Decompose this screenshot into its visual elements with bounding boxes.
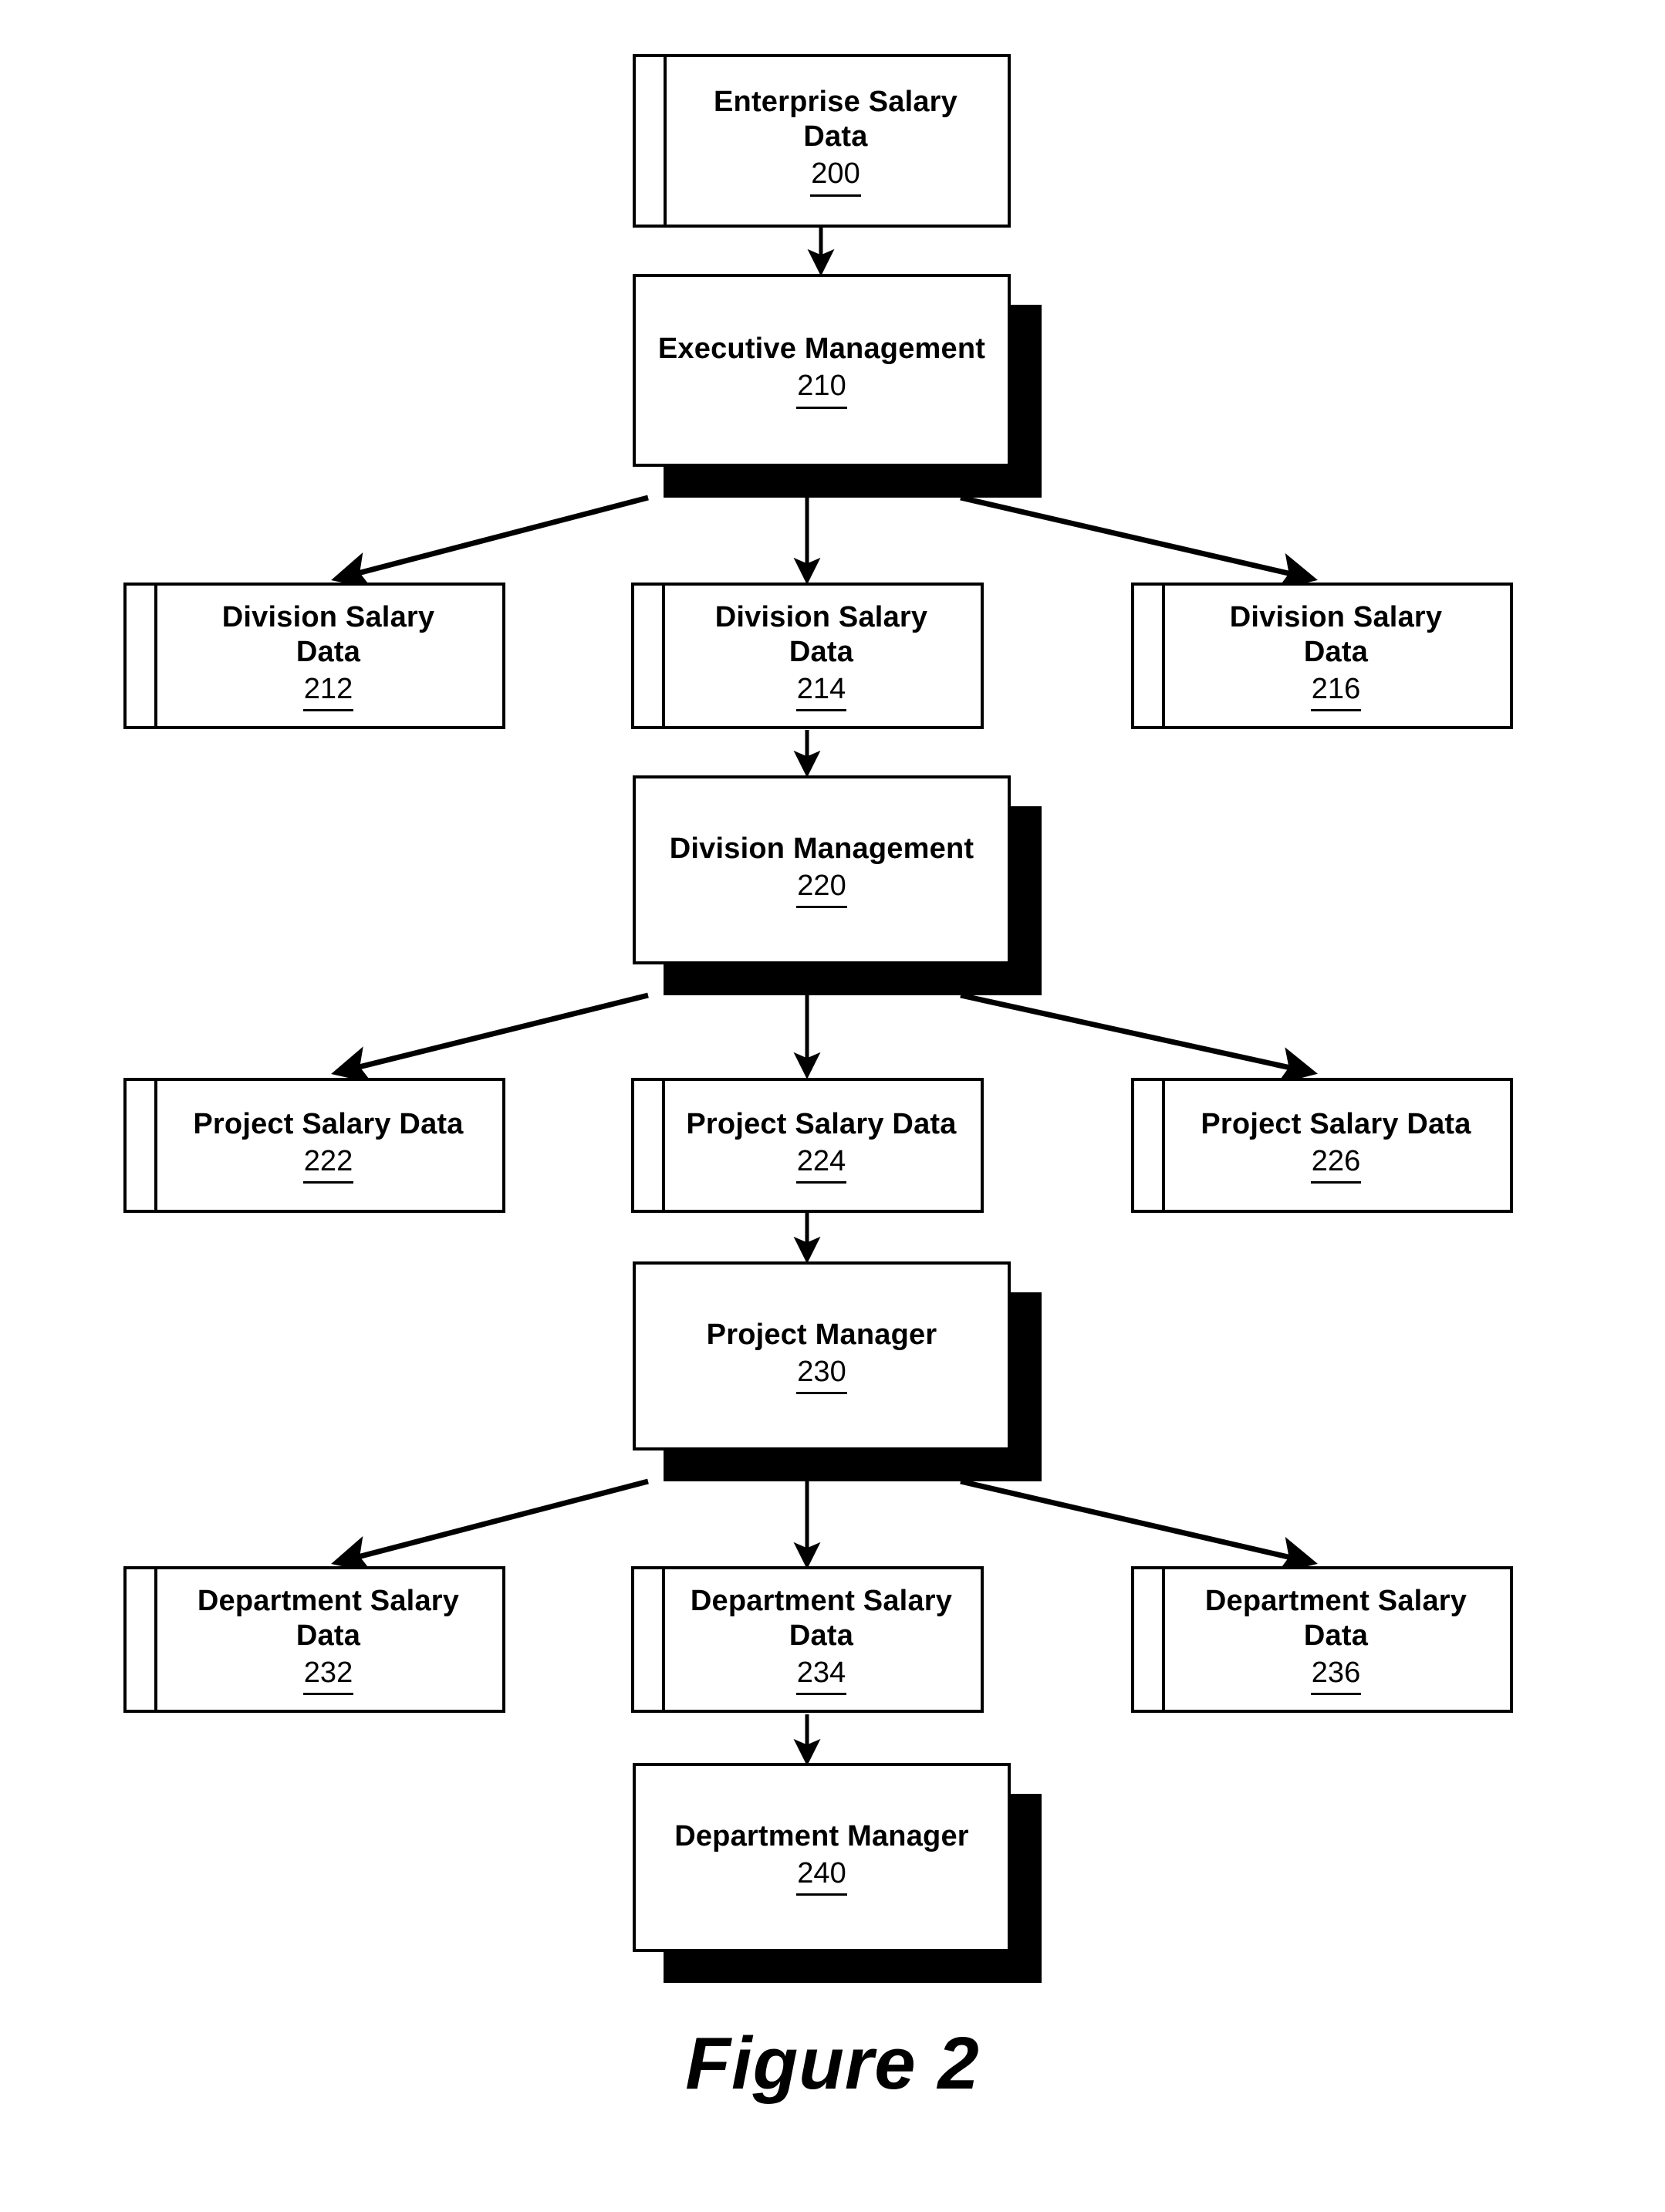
node-label: Project Manager	[706, 1318, 937, 1351]
node-division-management[interactable]: Division Management 220	[633, 775, 1011, 964]
node-reference-numeral: 220	[796, 868, 847, 909]
node-label: Department Salary Data	[690, 1584, 953, 1652]
node-label: Division Salary Data	[714, 600, 928, 668]
node-project-salary-data-226[interactable]: Project Salary Data 226	[1131, 1078, 1513, 1213]
edge-210-to-212	[331, 495, 649, 589]
edge-210-to-216	[960, 495, 1318, 590]
edge-220-to-226	[960, 992, 1318, 1085]
node-reference-numeral: 212	[302, 671, 354, 712]
figure-page: Enterprise Salary Data 200 Executive Man…	[0, 0, 1665, 2212]
edge-220-to-222	[331, 992, 649, 1083]
node-department-manager[interactable]: Department Manager 240	[633, 1763, 1011, 1952]
node-division-salary-data-216[interactable]: Division Salary Data 216	[1131, 583, 1513, 729]
figure-caption: Figure 2	[685, 2022, 980, 2105]
node-label: Division Management	[669, 832, 974, 865]
node-department-salary-data-234[interactable]: Department Salary Data 234	[631, 1566, 984, 1713]
node-label: Division Salary Data	[221, 600, 435, 668]
edge-230-to-232	[331, 1478, 649, 1573]
node-executive-management[interactable]: Executive Management 210	[633, 274, 1011, 467]
node-label: Department Manager	[674, 1819, 969, 1852]
node-enterprise-salary-data[interactable]: Enterprise Salary Data 200	[633, 54, 1011, 228]
node-reference-numeral: 214	[795, 671, 847, 712]
node-division-salary-data-214[interactable]: Division Salary Data 214	[631, 583, 984, 729]
node-label: Enterprise Salary Data	[713, 86, 957, 154]
node-reference-numeral: 226	[1310, 1143, 1362, 1184]
node-reference-numeral: 234	[795, 1655, 847, 1696]
node-department-salary-data-236[interactable]: Department Salary Data 236	[1131, 1566, 1513, 1713]
node-label: Executive Management	[657, 333, 986, 366]
node-reference-numeral: 200	[810, 156, 861, 197]
node-reference-numeral: 240	[796, 1856, 847, 1896]
node-label: Department Salary Data	[197, 1584, 460, 1652]
node-project-salary-data-224[interactable]: Project Salary Data 224	[631, 1078, 984, 1213]
node-reference-numeral: 216	[1310, 671, 1362, 712]
node-reference-numeral: 232	[302, 1655, 354, 1696]
node-division-salary-data-212[interactable]: Division Salary Data 212	[123, 583, 505, 729]
node-department-salary-data-232[interactable]: Department Salary Data 232	[123, 1566, 505, 1713]
node-project-manager[interactable]: Project Manager 230	[633, 1261, 1011, 1450]
node-reference-numeral: 230	[796, 1354, 847, 1395]
node-reference-numeral: 222	[302, 1143, 354, 1184]
node-label: Project Salary Data	[686, 1107, 957, 1140]
node-reference-numeral: 236	[1310, 1655, 1362, 1696]
node-label: Division Salary Data	[1229, 600, 1443, 668]
node-label: Project Salary Data	[193, 1107, 464, 1140]
node-project-salary-data-222[interactable]: Project Salary Data 222	[123, 1078, 505, 1213]
node-reference-numeral: 210	[796, 368, 847, 409]
edge-230-to-236	[960, 1478, 1318, 1574]
node-reference-numeral: 224	[795, 1143, 847, 1184]
node-label: Department Salary Data	[1204, 1584, 1467, 1652]
node-label: Project Salary Data	[1201, 1107, 1471, 1140]
